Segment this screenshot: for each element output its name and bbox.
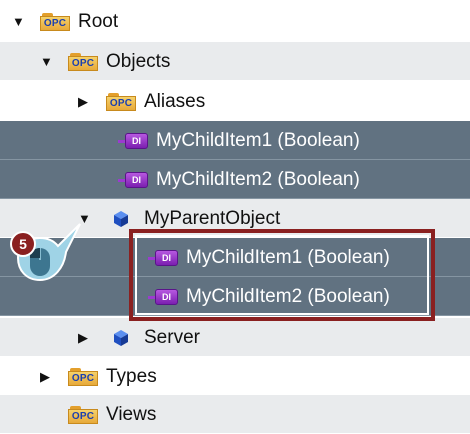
tree-node-label: Types xyxy=(106,365,157,387)
collapsed-arrow-icon[interactable]: ▶ xyxy=(78,331,88,344)
tree-row-objects[interactable]: ▼ OPC Objects xyxy=(0,42,470,81)
collapsed-arrow-icon[interactable]: ▶ xyxy=(40,370,50,383)
tree-node-label: Views xyxy=(106,403,157,425)
tree-row-mychilditem1[interactable]: DI MyChildItem1 (Boolean) xyxy=(0,121,470,160)
selection-highlight-box xyxy=(129,229,435,321)
tree-row-types[interactable]: ▶ OPC Types xyxy=(0,357,470,396)
opc-folder-icon: OPC xyxy=(68,367,98,386)
di-tag-icon: DI xyxy=(118,132,148,150)
expand-arrow-icon[interactable]: ▼ xyxy=(40,55,53,68)
object-cube-icon xyxy=(106,329,136,347)
tree-row-mychilditem2[interactable]: DI MyChildItem2 (Boolean) xyxy=(0,160,470,199)
tree-node-label: Root xyxy=(78,10,119,32)
tree-row-views[interactable]: ▶ OPC Views xyxy=(0,395,470,434)
tree-row-server[interactable]: ▶ Server xyxy=(0,318,470,357)
opc-folder-icon: OPC xyxy=(40,12,70,31)
expand-arrow-icon[interactable]: ▼ xyxy=(12,15,25,28)
tree-node-label: MyChildItem1 (Boolean) xyxy=(156,129,360,151)
tree-node-label: Objects xyxy=(106,50,171,72)
di-tag-icon: DI xyxy=(118,171,148,189)
collapsed-arrow-icon[interactable]: ▶ xyxy=(78,95,88,108)
tree-node-label: MyParentObject xyxy=(144,207,281,229)
tree-row-aliases[interactable]: ▶ OPC Aliases xyxy=(0,82,470,121)
opc-folder-icon: OPC xyxy=(106,92,136,111)
opc-folder-icon: OPC xyxy=(68,405,98,424)
tree-row-root[interactable]: ▼ OPC Root xyxy=(0,2,470,41)
opc-folder-icon: OPC xyxy=(68,52,98,71)
tree-node-label: Server xyxy=(144,326,200,348)
address-space-tree: ▼ OPC Root ▼ OPC Objects ▶ OPC Aliases D… xyxy=(0,0,470,434)
step-number-badge: 5 xyxy=(10,231,36,257)
object-cube-icon xyxy=(106,210,136,228)
tree-node-label: MyChildItem2 (Boolean) xyxy=(156,168,360,190)
tree-node-label: Aliases xyxy=(144,90,206,112)
